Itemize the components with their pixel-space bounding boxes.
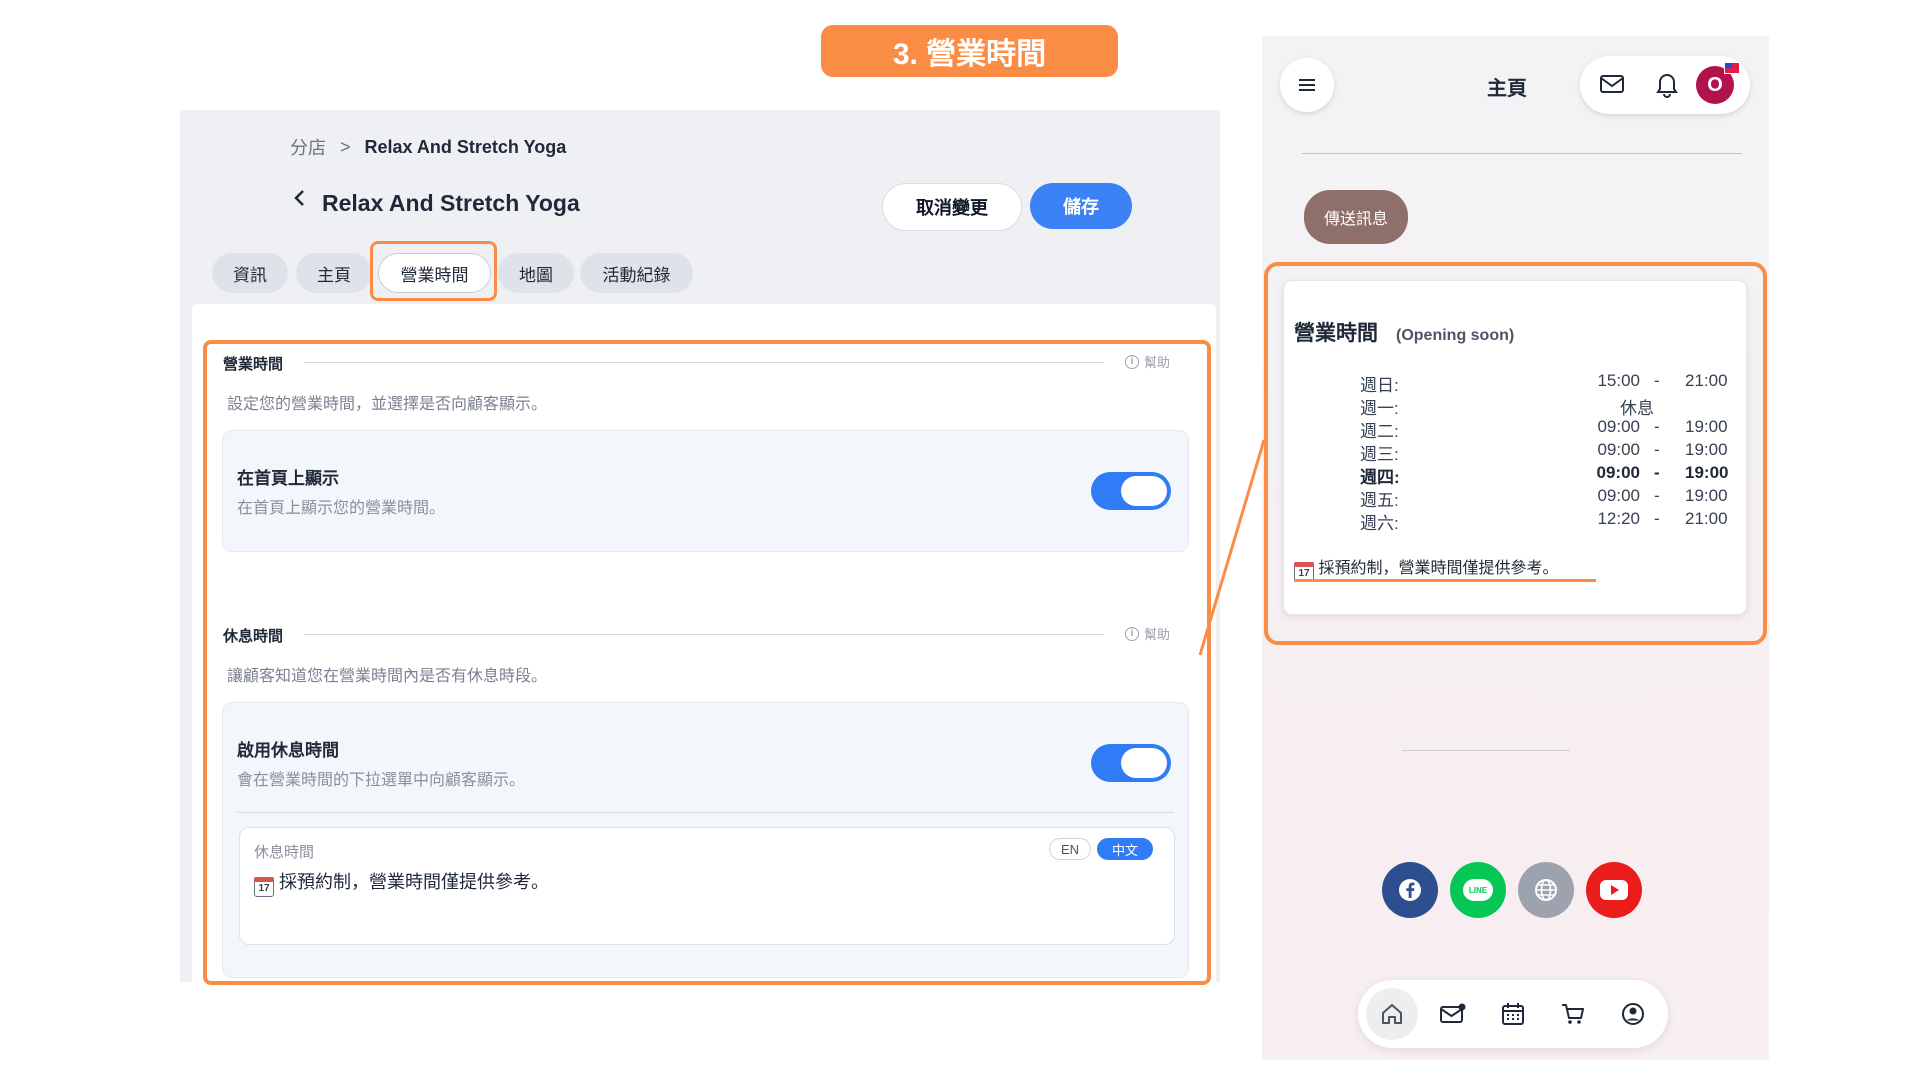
header-divider [1302,153,1742,154]
youtube-icon[interactable] [1586,862,1642,918]
send-message-button[interactable]: 傳送訊息 [1304,190,1408,244]
breadcrumb-current: Relax And Stretch Yoga [364,136,567,157]
nav-home-icon[interactable] [1366,988,1418,1040]
tab-info[interactable]: 資訊 [212,253,288,293]
save-button[interactable]: 儲存 [1030,183,1132,229]
breadcrumb-separator-icon: > [340,136,351,157]
line-icon[interactable]: LINE [1450,862,1506,918]
bottom-nav [1358,980,1668,1048]
bell-icon[interactable] [1654,70,1680,103]
nav-account-icon[interactable] [1607,988,1659,1040]
tab-highlight-frame [370,241,497,301]
nav-cart-icon[interactable] [1547,988,1599,1040]
content-divider [1402,750,1570,751]
menu-button[interactable] [1280,58,1334,112]
settings-highlight-frame [203,340,1211,985]
cancel-button[interactable]: 取消變更 [882,183,1022,231]
nav-calendar-icon[interactable] [1487,988,1539,1040]
page-title: Relax And Stretch Yoga [322,190,580,216]
menu-icon [1299,79,1315,91]
tab-home[interactable]: 主頁 [296,253,372,293]
mail-icon[interactable] [1598,72,1626,101]
flag-icon [1724,62,1740,74]
nav-mail-icon[interactable] [1427,988,1479,1040]
tab-map[interactable]: 地圖 [498,253,574,293]
line-logo: LINE [1463,879,1493,901]
globe-icon[interactable] [1518,862,1574,918]
tab-activity-log[interactable]: 活動紀錄 [580,253,693,293]
breadcrumb-parent-link[interactable]: 分店 [290,134,326,160]
back-icon[interactable] [290,188,310,208]
hours-highlight-frame [1264,262,1767,645]
step-badge: 3. 營業時間 [821,25,1118,77]
facebook-icon[interactable] [1382,862,1438,918]
breadcrumb: 分店 > Relax And Stretch Yoga [290,134,566,160]
phone-page-title: 主頁 [1487,78,1527,100]
